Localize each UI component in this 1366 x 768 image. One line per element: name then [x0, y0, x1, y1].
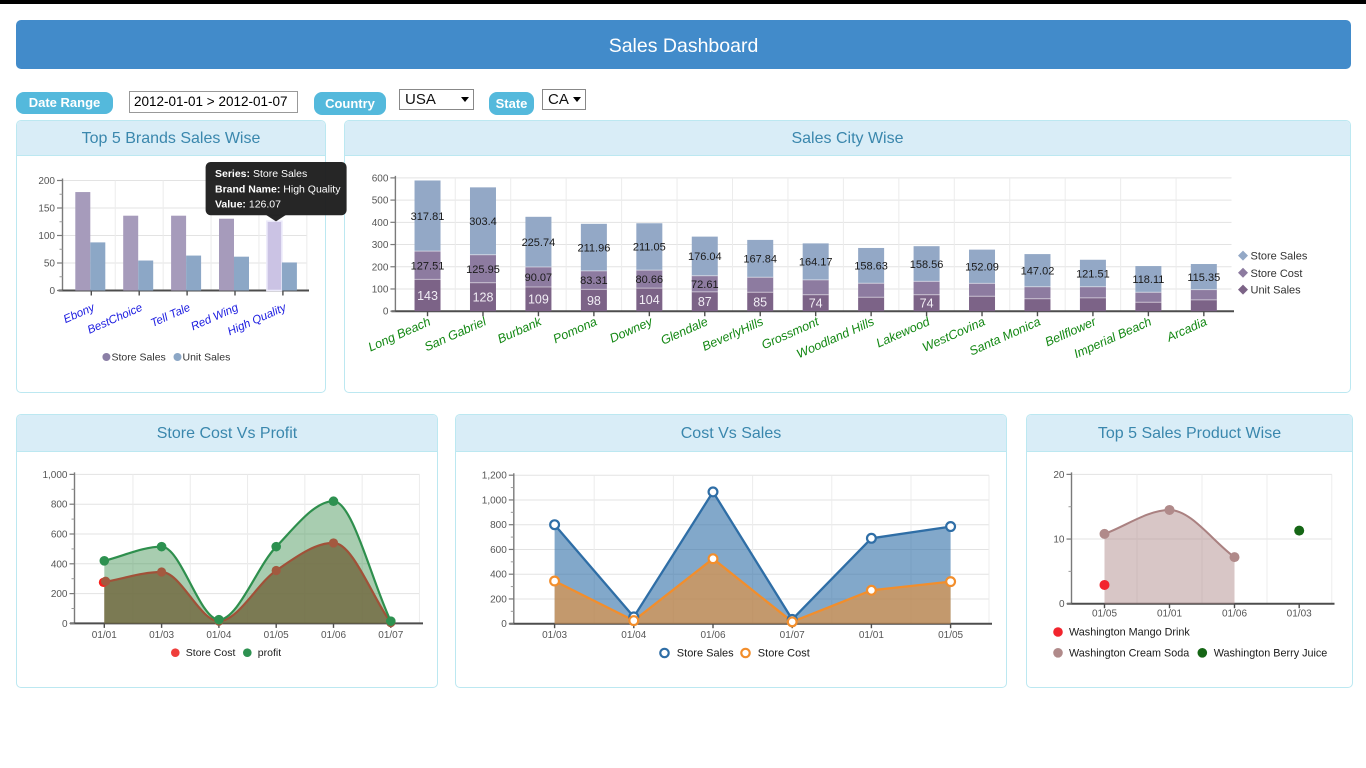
- svg-text:400: 400: [372, 218, 389, 229]
- svg-text:600: 600: [51, 530, 68, 541]
- svg-text:200: 200: [38, 176, 55, 187]
- svg-text:147.02: 147.02: [1021, 265, 1055, 277]
- svg-text:127.51: 127.51: [411, 260, 445, 272]
- svg-text:profit: profit: [258, 647, 281, 659]
- svg-text:Series: Store Sales: Series: Store Sales: [215, 168, 307, 180]
- svg-text:167.84: 167.84: [743, 254, 777, 266]
- svg-text:01/04: 01/04: [206, 630, 231, 641]
- svg-text:01/07: 01/07: [378, 630, 403, 641]
- svg-text:01/01: 01/01: [859, 630, 884, 641]
- svg-text:225.74: 225.74: [522, 237, 556, 249]
- svg-text:600: 600: [372, 173, 389, 184]
- svg-text:143: 143: [417, 289, 438, 303]
- svg-text:Brand Name: High Quality: Brand Name: High Quality: [215, 184, 341, 196]
- svg-text:0: 0: [501, 619, 507, 630]
- svg-text:Unit Sales: Unit Sales: [1251, 285, 1302, 297]
- svg-text:303.4: 303.4: [469, 216, 497, 228]
- svg-text:01/04: 01/04: [621, 630, 646, 641]
- svg-text:74: 74: [920, 297, 934, 311]
- svg-text:83.31: 83.31: [580, 275, 608, 287]
- svg-text:128: 128: [473, 291, 494, 305]
- svg-text:01/05: 01/05: [1092, 609, 1117, 620]
- svg-text:1,200: 1,200: [482, 471, 507, 482]
- svg-text:104: 104: [639, 293, 660, 307]
- svg-text:1,000: 1,000: [482, 496, 507, 507]
- svg-text:200: 200: [372, 262, 389, 273]
- svg-text:Store Sales: Store Sales: [112, 352, 166, 364]
- svg-text:01/03: 01/03: [542, 630, 567, 641]
- svg-text:152.09: 152.09: [965, 262, 999, 274]
- svg-text:0: 0: [383, 307, 389, 318]
- svg-text:BestChoice: BestChoice: [86, 302, 145, 337]
- svg-text:Long Beach: Long Beach: [366, 314, 433, 354]
- svg-text:72.61: 72.61: [691, 279, 719, 291]
- svg-text:Arcadia: Arcadia: [1164, 314, 1209, 344]
- svg-text:100: 100: [372, 285, 389, 296]
- svg-text:200: 200: [490, 595, 507, 606]
- svg-text:Washington Berry Juice: Washington Berry Juice: [1214, 647, 1328, 659]
- svg-text:01/06: 01/06: [1222, 609, 1247, 620]
- svg-text:90.07: 90.07: [525, 272, 553, 284]
- svg-text:800: 800: [51, 500, 68, 511]
- svg-text:317.81: 317.81: [411, 211, 445, 223]
- svg-text:87: 87: [698, 295, 712, 309]
- svg-text:Unit Sales: Unit Sales: [183, 352, 231, 364]
- svg-text:158.56: 158.56: [910, 259, 944, 271]
- svg-text:211.05: 211.05: [633, 242, 666, 254]
- svg-text:164.17: 164.17: [799, 257, 833, 269]
- svg-text:Tell Tale: Tell Tale: [149, 302, 192, 330]
- svg-text:158.63: 158.63: [854, 261, 888, 273]
- svg-text:85: 85: [753, 295, 767, 309]
- svg-text:10: 10: [1053, 535, 1065, 546]
- svg-text:01/03: 01/03: [149, 630, 174, 641]
- svg-text:80.66: 80.66: [636, 274, 664, 286]
- svg-text:0: 0: [62, 619, 68, 630]
- svg-text:800: 800: [490, 520, 507, 531]
- svg-text:01/03: 01/03: [1287, 609, 1312, 620]
- svg-text:50: 50: [44, 259, 56, 270]
- svg-text:600: 600: [490, 545, 507, 556]
- svg-text:400: 400: [490, 570, 507, 581]
- svg-text:01/07: 01/07: [780, 630, 805, 641]
- svg-text:109: 109: [528, 293, 549, 307]
- svg-text:Value: 126.07: Value: 126.07: [215, 199, 281, 211]
- svg-text:115.35: 115.35: [1187, 272, 1220, 284]
- svg-text:118.11: 118.11: [1132, 274, 1164, 286]
- svg-text:1,000: 1,000: [42, 470, 67, 481]
- svg-text:Store Sales: Store Sales: [677, 648, 734, 660]
- svg-text:BeverlyHills: BeverlyHills: [700, 314, 765, 353]
- svg-text:121.51: 121.51: [1076, 268, 1110, 280]
- svg-text:01/06: 01/06: [700, 630, 725, 641]
- svg-text:Washington Cream Soda: Washington Cream Soda: [1069, 647, 1189, 659]
- svg-text:500: 500: [372, 196, 389, 207]
- svg-text:Washington Mango Drink: Washington Mango Drink: [1069, 627, 1190, 639]
- svg-text:0: 0: [49, 286, 55, 297]
- svg-text:150: 150: [38, 204, 55, 215]
- svg-text:20: 20: [1053, 470, 1065, 481]
- svg-text:211.96: 211.96: [577, 242, 610, 254]
- svg-text:01/05: 01/05: [264, 630, 289, 641]
- svg-text:176.04: 176.04: [688, 251, 722, 263]
- svg-text:98: 98: [587, 294, 601, 308]
- svg-text:100: 100: [38, 231, 55, 242]
- svg-text:Pomona: Pomona: [551, 314, 599, 346]
- svg-text:01/01: 01/01: [92, 630, 117, 641]
- svg-text:San Gabriel: San Gabriel: [422, 314, 489, 354]
- svg-text:01/06: 01/06: [321, 630, 346, 641]
- svg-text:Downey: Downey: [608, 314, 656, 345]
- svg-text:200: 200: [51, 589, 68, 600]
- svg-text:300: 300: [372, 240, 389, 251]
- svg-text:Store Cost: Store Cost: [186, 647, 236, 659]
- svg-text:Store Cost: Store Cost: [758, 648, 810, 660]
- svg-text:400: 400: [51, 559, 68, 570]
- svg-text:01/01: 01/01: [1157, 609, 1182, 620]
- svg-text:0: 0: [1059, 599, 1065, 610]
- svg-text:Store Sales: Store Sales: [1251, 251, 1308, 263]
- svg-text:74: 74: [809, 297, 823, 311]
- svg-text:125.95: 125.95: [466, 264, 500, 276]
- svg-text:Store Cost: Store Cost: [1251, 268, 1303, 280]
- svg-text:Burbank: Burbank: [495, 314, 544, 346]
- svg-text:01/05: 01/05: [938, 630, 963, 641]
